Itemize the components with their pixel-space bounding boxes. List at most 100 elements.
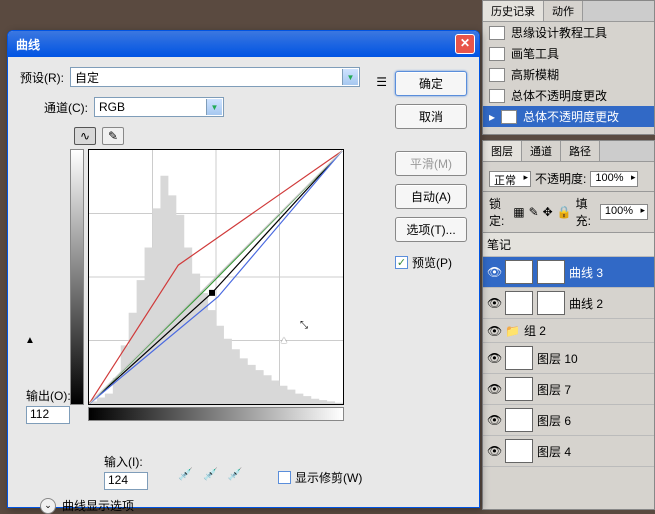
eye-icon[interactable]: 👁 <box>487 296 501 310</box>
layer-thumb-icon <box>505 439 533 463</box>
eye-icon[interactable]: 👁 <box>487 444 501 458</box>
output-label: 输出(O): <box>26 387 71 404</box>
channel-select[interactable]: RGB <box>94 97 224 117</box>
preview-label: 预览(P) <box>412 254 452 271</box>
fill-label: 填充: <box>576 195 596 229</box>
cursor-icon: ▸ <box>489 110 495 124</box>
dialog-title: 曲线 <box>12 36 455 53</box>
white-slider[interactable]: ▲ <box>279 335 289 346</box>
curves-graph[interactable] <box>88 149 344 405</box>
chevron-down-icon <box>206 99 222 115</box>
auto-button[interactable]: 自动(A) <box>395 184 467 209</box>
tab-paths[interactable]: 路径 <box>561 141 600 161</box>
expander-button[interactable]: ⌄ <box>40 498 56 514</box>
input-gradient <box>88 407 344 421</box>
output-gradient <box>70 149 84 405</box>
layer-item[interactable]: 👁 图层 10 <box>483 343 654 374</box>
brush-icon <box>489 47 505 61</box>
layer-label: 图层 10 <box>537 350 578 367</box>
history-item[interactable]: 总体不透明度更改 <box>483 85 654 106</box>
layer-label: 曲线 3 <box>569 264 603 281</box>
opacity-icon <box>501 110 517 124</box>
smooth-button[interactable]: 平滑(M) <box>395 151 467 176</box>
mask-thumb-icon <box>537 260 565 284</box>
chevron-down-icon <box>342 69 358 85</box>
eye-icon[interactable]: 👁 <box>487 324 501 338</box>
history-item[interactable]: 画笔工具 <box>483 43 654 64</box>
output-field[interactable]: 112 <box>26 406 70 424</box>
layer-thumb-icon <box>505 377 533 401</box>
eyedropper-black-icon[interactable]: 💉 <box>178 467 193 481</box>
note-label: 笔记 <box>487 236 511 253</box>
cancel-button[interactable]: 取消 <box>395 104 467 129</box>
opacity-field[interactable]: 100% <box>590 171 638 187</box>
eye-icon[interactable]: 👁 <box>487 382 501 396</box>
layers-panel: 图层 通道 路径 正常 不透明度: 100% 锁定: ▦ ✎ ✥ 🔒 填充: 1… <box>482 140 655 510</box>
blur-icon <box>489 68 505 82</box>
layer-item[interactable]: 👁 图层 4 <box>483 436 654 467</box>
adjust-thumb-icon <box>505 260 533 284</box>
history-panel: 历史记录 动作 思缘设计教程工具 画笔工具 高斯模糊 总体不透明度更改 ▸ 总体… <box>482 0 655 135</box>
adjust-thumb-icon <box>505 291 533 315</box>
layer-label: 图层 7 <box>537 381 571 398</box>
history-item-label: 总体不透明度更改 <box>511 87 607 104</box>
curves-dialog: 曲线 ✕ ☰ 确定 取消 平滑(M) 自动(A) 选项(T)... ✓ 预览(P… <box>7 30 480 508</box>
eye-icon[interactable]: 👁 <box>487 265 501 279</box>
curve-point-tool-icon[interactable]: ∿ <box>74 127 96 145</box>
lock-move-icon[interactable]: ✥ <box>543 205 553 219</box>
eyedropper-gray-icon[interactable]: 💉 <box>203 467 218 481</box>
layer-item[interactable]: 👁 📁 组 2 <box>483 319 654 343</box>
layer-label: 图层 4 <box>537 443 571 460</box>
folder-icon: 📁 <box>505 324 520 338</box>
show-clip-label: 显示修剪(W) <box>295 469 362 486</box>
opacity-label: 不透明度: <box>535 170 586 187</box>
layer-item[interactable]: 👁 图层 6 <box>483 405 654 436</box>
layer-label: 图层 6 <box>537 412 571 429</box>
tab-actions[interactable]: 动作 <box>544 1 583 21</box>
layer-item[interactable]: 👁 曲线 2 <box>483 288 654 319</box>
close-button[interactable]: ✕ <box>455 34 475 54</box>
channel-label: 通道(C): <box>44 99 88 116</box>
fill-field[interactable]: 100% <box>600 204 648 220</box>
lock-all-icon[interactable]: 🔒 <box>557 205 572 219</box>
tab-layers[interactable]: 图层 <box>483 141 522 161</box>
preset-label: 预设(R): <box>20 69 64 86</box>
layer-note[interactable]: 笔记 <box>483 233 654 257</box>
lock-paint-icon[interactable]: ✎ <box>529 205 539 219</box>
channel-value: RGB <box>99 100 125 114</box>
expander-label: 曲线显示选项 <box>62 497 134 514</box>
eye-icon[interactable]: 👁 <box>487 351 501 365</box>
history-doc[interactable]: 思缘设计教程工具 <box>483 22 654 43</box>
doc-thumb-icon <box>489 26 505 40</box>
ok-button[interactable]: 确定 <box>395 71 467 96</box>
input-label: 输入(I): <box>104 453 148 470</box>
layer-thumb-icon <box>505 408 533 432</box>
curve-pencil-tool-icon[interactable]: ✎ <box>102 127 124 145</box>
history-item[interactable]: 高斯模糊 <box>483 64 654 85</box>
lock-label: 锁定: <box>489 195 509 229</box>
layer-item[interactable]: 👁 图层 7 <box>483 374 654 405</box>
eyedropper-white-icon[interactable]: 💉 <box>228 467 243 481</box>
tab-channels[interactable]: 通道 <box>522 141 561 161</box>
lock-pixels-icon[interactable]: ▦ <box>513 205 524 219</box>
layer-item[interactable]: 👁 曲线 3 <box>483 257 654 288</box>
show-clip-checkbox[interactable]: ✓ <box>278 471 291 484</box>
preset-select[interactable]: 自定 <box>70 67 360 87</box>
history-item-label: 总体不透明度更改 <box>523 108 619 125</box>
input-field[interactable]: 124 <box>104 472 148 490</box>
eye-icon[interactable]: 👁 <box>487 413 501 427</box>
history-item-label: 画笔工具 <box>511 45 559 62</box>
black-slider[interactable]: ▲ <box>25 335 35 346</box>
history-item-label: 高斯模糊 <box>511 66 559 83</box>
blend-mode-select[interactable]: 正常 <box>489 171 531 187</box>
preview-checkbox[interactable]: ✓ <box>395 256 408 269</box>
tab-history[interactable]: 历史记录 <box>483 1 544 21</box>
resize-icon[interactable]: ⤡ <box>300 320 308 331</box>
titlebar[interactable]: 曲线 ✕ <box>8 31 479 57</box>
preset-value: 自定 <box>75 69 99 86</box>
history-doc-label: 思缘设计教程工具 <box>511 24 607 41</box>
history-item[interactable]: ▸ 总体不透明度更改 <box>483 106 654 127</box>
layer-label: 组 2 <box>524 322 546 339</box>
options-button[interactable]: 选项(T)... <box>395 217 467 242</box>
preset-menu-icon[interactable]: ☰ <box>376 75 387 89</box>
